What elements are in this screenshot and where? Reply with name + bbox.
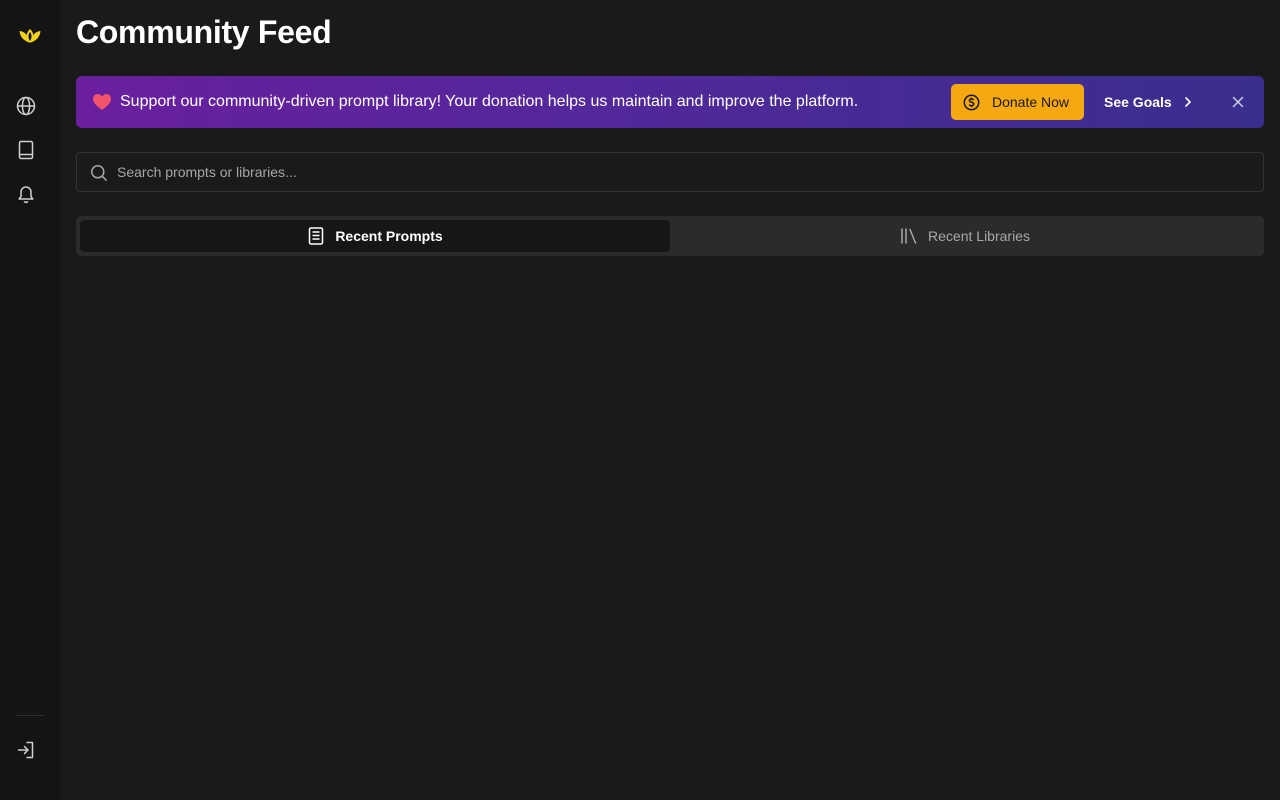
- login-icon[interactable]: [14, 738, 38, 762]
- donate-now-button[interactable]: Donate Now: [951, 84, 1084, 120]
- donation-banner: Support our community-driven prompt libr…: [76, 76, 1264, 128]
- library-icon: [900, 227, 918, 245]
- heart-icon: [93, 94, 111, 110]
- banner-message: Support our community-driven prompt libr…: [120, 93, 859, 110]
- search-bar: [76, 152, 1264, 192]
- close-icon[interactable]: [1230, 94, 1246, 110]
- chevron-right-icon: [1184, 97, 1191, 107]
- book-icon[interactable]: [14, 138, 38, 162]
- lotus-logo-icon[interactable]: [18, 22, 42, 46]
- search-icon: [91, 165, 107, 181]
- see-goals-label: See Goals: [1104, 94, 1172, 110]
- tab-label: Recent Prompts: [335, 228, 443, 244]
- donate-now-label: Donate Now: [992, 94, 1070, 110]
- sidebar-divider: [16, 715, 44, 716]
- see-goals-link[interactable]: See Goals: [1104, 84, 1194, 120]
- sidebar: [0, 0, 60, 800]
- feed-tabs: Recent Prompts Recent Libraries: [76, 216, 1264, 256]
- globe-icon[interactable]: [14, 94, 38, 118]
- bell-icon[interactable]: [14, 182, 38, 206]
- search-input[interactable]: [117, 153, 1237, 191]
- main-content: Community Feed Support our community-dri…: [76, 0, 1264, 800]
- document-icon: [307, 227, 325, 245]
- tab-recent-libraries[interactable]: Recent Libraries: [670, 220, 1260, 252]
- tab-recent-prompts[interactable]: Recent Prompts: [80, 220, 670, 252]
- dollar-coin-icon: [963, 94, 980, 110]
- page-title: Community Feed: [76, 14, 332, 50]
- tab-label: Recent Libraries: [928, 228, 1030, 244]
